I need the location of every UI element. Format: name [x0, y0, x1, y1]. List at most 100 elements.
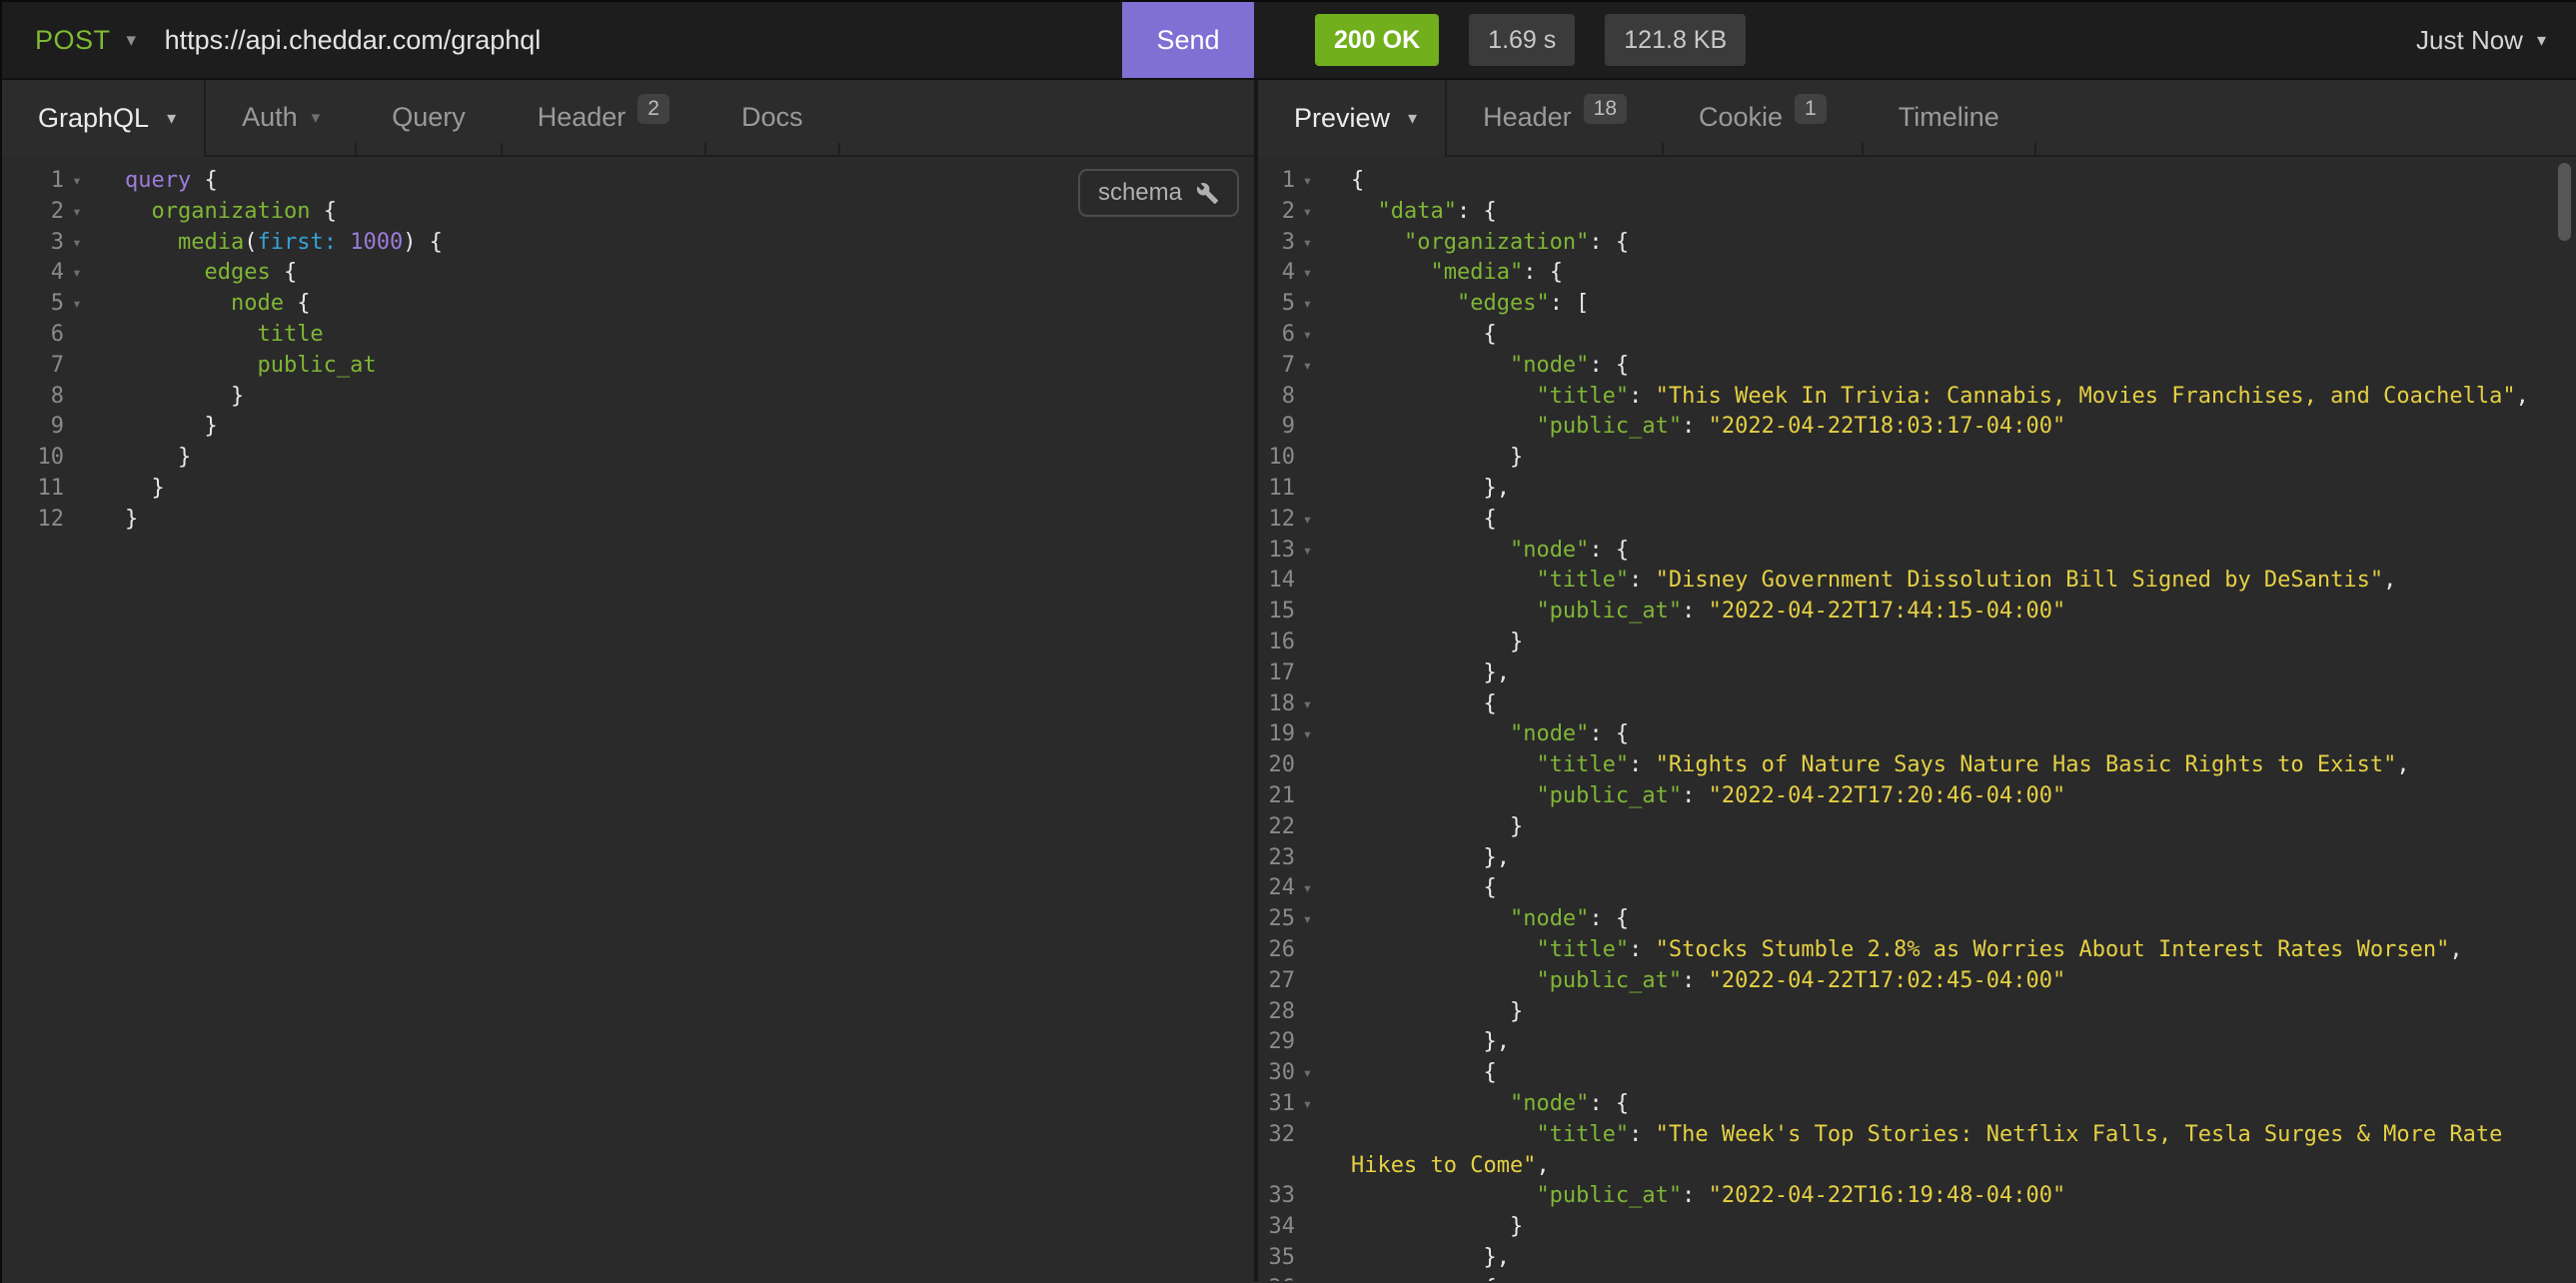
code-text: { — [1320, 320, 2576, 351]
code-line: 28 } — [1258, 997, 2576, 1028]
line-number: 1 — [2, 166, 64, 197]
line-number: 11 — [1258, 474, 1295, 505]
line-number: 9 — [2, 412, 64, 443]
code-text: } — [1320, 1212, 2576, 1243]
code-text: "organization": { — [1320, 228, 2576, 259]
code-text: { — [1320, 873, 2576, 904]
code-line: 7▾ "node": { — [1258, 351, 2576, 382]
code-text: } — [1320, 997, 2576, 1028]
chevron-down-icon: ▾ — [1408, 108, 1417, 129]
code-text: }, — [1320, 658, 2576, 689]
cookie-count-badge: 1 — [1795, 94, 1827, 124]
code-text: "title": "The Week's Top Stories: Netfli… — [1320, 1120, 2576, 1182]
code-text: "media": { — [1320, 258, 2576, 289]
line-number: 10 — [1258, 443, 1295, 474]
chevron-down-icon: ▾ — [127, 29, 137, 52]
code-text: "node": { — [1320, 719, 2576, 750]
fold-arrow-icon[interactable]: ▾ — [1295, 197, 1320, 228]
fold-arrow-icon[interactable]: ▾ — [64, 289, 90, 320]
fold-arrow-icon[interactable]: ▾ — [1295, 228, 1320, 259]
code-text: "node": { — [1320, 536, 2576, 567]
line-number: 8 — [1258, 382, 1295, 413]
fold-arrow-icon[interactable]: ▾ — [1295, 1058, 1320, 1089]
code-line: 25▾ "node": { — [1258, 904, 2576, 935]
fold-arrow-icon[interactable]: ▾ — [64, 258, 90, 289]
code-line: 3▾ media(first: 1000) { — [2, 228, 1254, 259]
tab-header[interactable]: Header 2 — [502, 80, 705, 155]
line-number: 12 — [2, 505, 64, 536]
line-number: 21 — [1258, 781, 1295, 812]
line-number: 17 — [1258, 658, 1295, 689]
method-dropdown[interactable]: POST ▾ — [35, 25, 137, 56]
fold-arrow-icon[interactable]: ▾ — [64, 166, 90, 197]
code-line: 9 "public_at": "2022-04-22T18:03:17-04:0… — [1258, 412, 2576, 443]
code-text: "node": { — [1320, 1089, 2576, 1120]
fold-arrow-icon[interactable]: ▾ — [64, 197, 90, 228]
code-text: } — [90, 474, 1254, 505]
code-text: }, — [1320, 1027, 2576, 1058]
chevron-down-icon: ▾ — [2537, 30, 2546, 51]
fold-arrow-icon[interactable]: ▾ — [1295, 351, 1320, 382]
tab-cookie[interactable]: Cookie 1 — [1663, 80, 1863, 155]
line-number: 9 — [1258, 412, 1295, 443]
app-window: POST ▾ Send 200 OK 1.69 s 121.8 KB Just … — [0, 0, 2576, 1283]
graphql-query-editor[interactable]: 1▾query {2▾ organization {3▾ media(first… — [2, 157, 1254, 1281]
code-text: { — [1320, 689, 2576, 720]
fold-arrow-icon[interactable]: ▾ — [1295, 258, 1320, 289]
fold-arrow-icon[interactable]: ▾ — [1295, 904, 1320, 935]
fold-arrow-icon[interactable]: ▾ — [1295, 505, 1320, 536]
fold-arrow-icon[interactable]: ▾ — [1295, 689, 1320, 720]
fold-arrow-icon[interactable]: ▾ — [64, 228, 90, 259]
request-pane: GraphQL ▾ Auth ▾ Query Header 2 — [2, 80, 1254, 1281]
tab-response-header[interactable]: Header 18 — [1447, 80, 1663, 155]
query-code: 1▾query {2▾ organization {3▾ media(first… — [2, 166, 1254, 536]
code-line: 13▾ "node": { — [1258, 536, 2576, 567]
history-dropdown[interactable]: Just Now ▾ — [2416, 25, 2546, 56]
code-text: } — [90, 505, 1254, 536]
fold-arrow-icon[interactable]: ▾ — [1295, 166, 1320, 197]
tab-timeline[interactable]: Timeline — [1863, 80, 2035, 155]
code-line: 2▾ "data": { — [1258, 197, 2576, 228]
code-line: 8 } — [2, 382, 1254, 413]
code-line: 17 }, — [1258, 658, 2576, 689]
tab-query[interactable]: Query — [356, 80, 502, 155]
code-line: 10 } — [2, 443, 1254, 474]
response-body-viewer[interactable]: 1▾{2▾ "data": {3▾ "organization": {4▾ "m… — [1258, 157, 2576, 1281]
fold-arrow-icon[interactable]: ▾ — [1295, 320, 1320, 351]
request-topbar: POST ▾ Send 200 OK 1.69 s 121.8 KB Just … — [2, 2, 2576, 80]
send-button[interactable]: Send — [1122, 2, 1254, 78]
url-bar: POST ▾ Send — [2, 2, 1254, 78]
code-line: 1▾query { — [2, 166, 1254, 197]
response-view-label: Preview — [1294, 103, 1390, 134]
url-input[interactable] — [165, 2, 1122, 78]
body-type-dropdown[interactable]: GraphQL ▾ — [2, 80, 206, 157]
code-text: "title": "This Week In Trivia: Cannabis,… — [1320, 382, 2576, 413]
code-text: "public_at": "2022-04-22T17:44:15-04:00" — [1320, 597, 2576, 628]
wrench-icon — [1196, 182, 1219, 205]
tab-docs[interactable]: Docs — [705, 80, 839, 155]
fold-arrow-icon[interactable]: ▾ — [1295, 873, 1320, 904]
response-json-code: 1▾{2▾ "data": {3▾ "organization": {4▾ "m… — [1258, 166, 2576, 1281]
response-view-dropdown[interactable]: Preview ▾ — [1258, 80, 1447, 157]
code-text: title — [90, 320, 1254, 351]
fold-arrow-icon[interactable]: ▾ — [1295, 1089, 1320, 1120]
code-line: 6 title — [2, 320, 1254, 351]
line-number: 10 — [2, 443, 64, 474]
code-line: 30▾ { — [1258, 1058, 2576, 1089]
code-line: 8 "title": "This Week In Trivia: Cannabi… — [1258, 382, 2576, 413]
line-number: 7 — [2, 351, 64, 382]
line-number: 20 — [1258, 750, 1295, 781]
code-line: 14 "title": "Disney Government Dissoluti… — [1258, 566, 2576, 597]
line-number: 1 — [1258, 166, 1295, 197]
line-number: 23 — [1258, 843, 1295, 874]
code-text: } — [90, 443, 1254, 474]
fold-arrow-icon[interactable]: ▾ — [1295, 536, 1320, 567]
line-number: 14 — [1258, 566, 1295, 597]
fold-arrow-icon[interactable]: ▾ — [1295, 1274, 1320, 1281]
schema-button[interactable]: schema — [1078, 169, 1239, 217]
scrollbar-thumb[interactable] — [2558, 163, 2571, 241]
tab-auth[interactable]: Auth ▾ — [206, 80, 356, 155]
fold-arrow-icon[interactable]: ▾ — [1295, 719, 1320, 750]
fold-arrow-icon[interactable]: ▾ — [1295, 289, 1320, 320]
line-number: 5 — [1258, 289, 1295, 320]
